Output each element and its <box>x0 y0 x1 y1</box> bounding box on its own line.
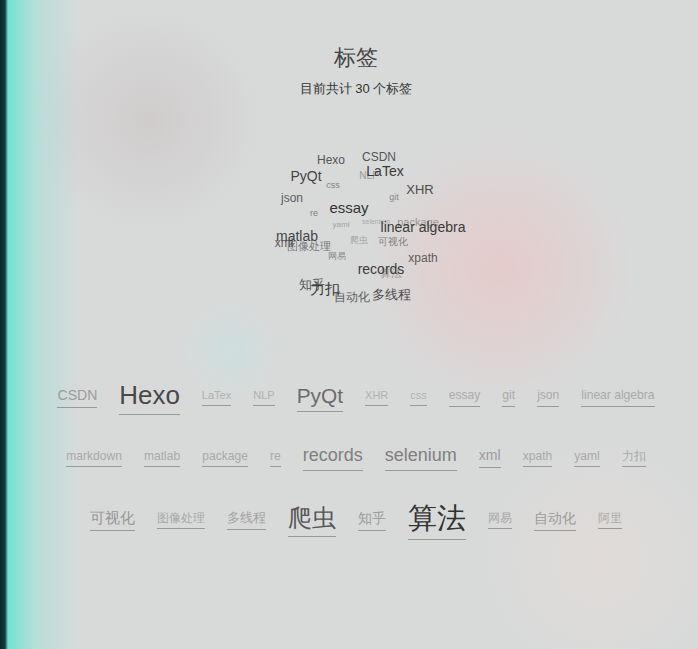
cloud-word[interactable]: XHR <box>406 183 433 196</box>
tag-link[interactable]: 知乎 <box>358 510 386 531</box>
cloud-word[interactable]: PyQt <box>290 169 321 183</box>
tag-link[interactable]: re <box>270 449 281 467</box>
tag-link[interactable]: xpath <box>523 449 553 467</box>
cloud-word[interactable]: 力扣 <box>310 281 340 296</box>
tag-link[interactable]: json <box>537 388 559 406</box>
cloud-word[interactable]: git <box>389 193 399 202</box>
tag-link[interactable]: linear algebra <box>581 388 654 406</box>
tag-link[interactable]: markdown <box>66 449 122 467</box>
tag-link[interactable]: matlab <box>144 449 180 467</box>
cloud-word[interactable]: matlab <box>276 229 318 243</box>
tag-link[interactable]: 图像处理 <box>157 511 205 529</box>
cloud-word[interactable]: records <box>358 262 405 276</box>
content: 标签 目前共计 30 个标签 Hexo CSDN PyQt NLP LaTex css XH… <box>0 0 698 540</box>
cloud-word[interactable]: re <box>310 209 318 218</box>
particle-strip <box>0 0 80 649</box>
tag-link[interactable]: selenium <box>385 445 457 471</box>
tag-link[interactable]: PyQt <box>297 383 343 412</box>
cloud-word[interactable]: css <box>326 181 340 190</box>
tag-list: CSDN Hexo LaTex NLP PyQt XHR css essay git json li… <box>50 380 662 540</box>
tag-link[interactable]: XHR <box>365 389 388 406</box>
tag-link[interactable]: essay <box>449 388 481 406</box>
tag-link[interactable]: git <box>502 388 515 406</box>
tag-link[interactable]: Hexo <box>119 380 180 415</box>
tag-link[interactable]: records <box>303 445 363 471</box>
cloud-word[interactable]: essay <box>329 200 368 215</box>
tag-link[interactable]: NLP <box>253 389 274 406</box>
cloud-word[interactable]: CSDN <box>362 151 396 163</box>
page-title: 标签 <box>334 44 378 72</box>
cloud-word[interactable]: 网易 <box>328 252 346 261</box>
tag-link[interactable]: xml <box>479 447 501 468</box>
cloud-word[interactable]: LaTex <box>366 164 403 178</box>
cloud-word[interactable]: 多线程 <box>372 288 411 301</box>
cloud-word[interactable]: yaml <box>333 221 350 229</box>
cloud-word[interactable]: Hexo <box>317 154 345 166</box>
cloud-word[interactable]: 爬虫 <box>350 236 368 245</box>
cloud-word[interactable]: xpath <box>408 252 437 264</box>
tag-link[interactable]: CSDN <box>57 387 97 408</box>
tag-link[interactable]: 多线程 <box>227 510 266 530</box>
tags-page: 标签 目前共计 30 个标签 Hexo CSDN PyQt NLP LaTex css XH… <box>0 0 698 649</box>
tag-link[interactable]: 自动化 <box>534 510 576 531</box>
tag-count: 目前共计 30 个标签 <box>300 81 413 97</box>
tag-link[interactable]: 网易 <box>488 511 512 529</box>
tag-link[interactable]: LaTex <box>202 389 231 406</box>
cloud-word[interactable]: linear algebra <box>381 220 466 234</box>
cloud-word[interactable]: json <box>281 192 303 204</box>
tag-link[interactable]: yaml <box>574 449 600 467</box>
tag-link[interactable]: package <box>202 449 248 467</box>
tag-link[interactable]: 可视化 <box>90 509 135 531</box>
tag-link[interactable]: 算法 <box>408 501 466 540</box>
tag-link[interactable]: 爬虫 <box>288 504 336 537</box>
tag-link[interactable]: 力扣 <box>622 449 646 467</box>
tag-cloud[interactable]: HexoCSDNPyQtNLPLaTexcssXHRjsongitreessay… <box>271 148 471 308</box>
tag-link[interactable]: css <box>410 389 427 406</box>
tag-link[interactable]: 阿里 <box>598 511 622 529</box>
cloud-word[interactable]: 可视化 <box>378 237 408 247</box>
